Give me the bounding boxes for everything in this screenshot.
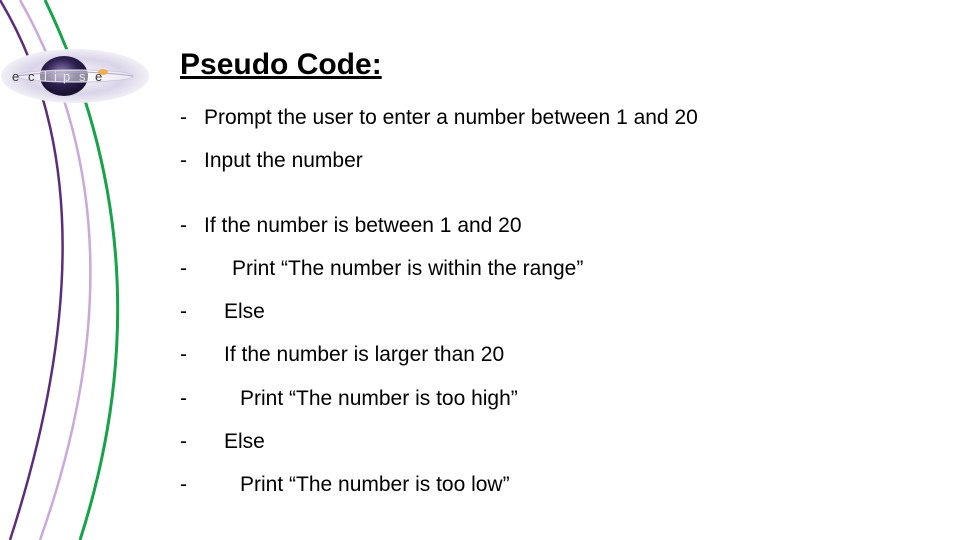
- bullet-dash: -: [180, 300, 204, 323]
- bullet-dash: -: [180, 149, 204, 172]
- list-item: - If the number is between 1 and 20: [180, 204, 920, 247]
- list-item: - Print “The number is within the range”: [180, 247, 920, 290]
- bullet-dash: -: [180, 430, 204, 453]
- list-item-text: Print “The number is within the range”: [204, 257, 583, 280]
- bullet-dash: -: [180, 473, 204, 496]
- list-item-text: If the number is between 1 and 20: [204, 214, 522, 237]
- svg-text:s: s: [79, 69, 90, 84]
- svg-text:c: c: [28, 69, 39, 84]
- pseudocode-list: - Prompt the user to enter a number betw…: [180, 96, 920, 506]
- svg-text:i: i: [54, 69, 61, 84]
- list-item: - If the number is larger than 20: [180, 333, 920, 376]
- slide-title: Pseudo Code:: [180, 48, 920, 82]
- list-item: - Else: [180, 420, 920, 463]
- slide-content: Pseudo Code: - Prompt the user to enter …: [180, 48, 920, 506]
- list-item-text: Print “The number is too low”: [204, 473, 510, 496]
- list-item-text: Else: [204, 430, 265, 453]
- list-item: - Else: [180, 290, 920, 333]
- list-item-text: Else: [204, 300, 265, 323]
- list-item-text: Input the number: [204, 149, 363, 172]
- list-item-text: If the number is larger than 20: [204, 343, 504, 366]
- svg-text:l: l: [44, 69, 51, 84]
- svg-text:p: p: [63, 69, 74, 84]
- list-item: - Prompt the user to enter a number betw…: [180, 96, 920, 139]
- eclipse-logo: e c l i p s e: [0, 48, 150, 104]
- bullet-dash: -: [180, 106, 204, 129]
- bullet-dash: -: [180, 257, 204, 280]
- list-item: - Print “The number is too high”: [180, 377, 920, 420]
- bullet-dash: -: [180, 343, 204, 366]
- list-item: - Print “The number is too low”: [180, 463, 920, 506]
- list-item-text: Print “The number is too high”: [204, 387, 518, 410]
- list-item: - Input the number: [180, 139, 920, 182]
- list-item-text: Prompt the user to enter a number betwee…: [204, 106, 698, 129]
- bullet-dash: -: [180, 214, 204, 237]
- svg-text:e: e: [12, 69, 23, 84]
- bullet-dash: -: [180, 387, 204, 410]
